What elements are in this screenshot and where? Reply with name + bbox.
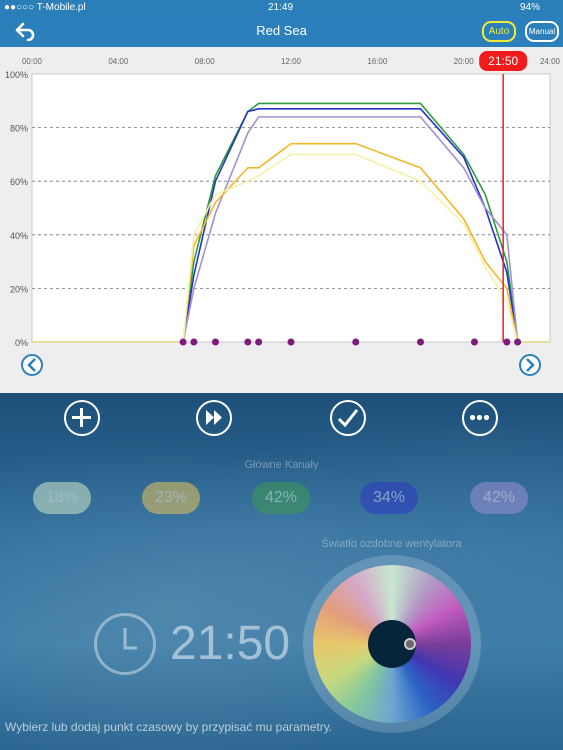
y-tick-label: 20% (10, 284, 28, 294)
x-tick-label: 04:00 (108, 57, 129, 66)
nav-bar: Red Sea Auto Manual (0, 16, 563, 47)
channel-value-4[interactable]: 34% (360, 482, 418, 514)
plus-circle-icon[interactable] (64, 400, 100, 436)
manual-mode-button[interactable]: Manual (525, 21, 559, 42)
color-selector-handle[interactable] (404, 638, 416, 650)
x-tick-label: 12:00 (281, 57, 302, 66)
time-point-dot[interactable] (179, 338, 187, 346)
battery-level: 94% (520, 2, 541, 13)
channel-value-5[interactable]: 42% (470, 482, 528, 514)
x-tick-label: 00:00 (22, 57, 43, 66)
current-time-label: 21:50 (488, 54, 518, 68)
time-point-dot[interactable] (190, 338, 198, 346)
fan-light-title: Światło ozdobne wentylatora (321, 538, 462, 550)
x-tick-label: 08:00 (195, 57, 216, 66)
scroll-right-icon[interactable] (519, 354, 541, 376)
x-tick-label: 20:00 (454, 57, 475, 66)
status-time: 21:49 (268, 2, 294, 13)
hint-text: Wybierz lub dodaj punkt czasowy by przyp… (5, 720, 333, 734)
check-circle-icon[interactable] (330, 400, 366, 436)
y-tick-label: 0% (15, 338, 28, 348)
y-tick-label: 40% (10, 231, 28, 241)
status-bar: ●●○○○ T-Mobile.pl 21:49 94% (0, 0, 563, 16)
time-point-dot[interactable] (417, 338, 424, 346)
time-point-dot[interactable] (352, 338, 360, 346)
channel-value-1[interactable]: 18% (33, 482, 91, 514)
auto-mode-button[interactable]: Auto (482, 21, 516, 42)
time-point-dot[interactable] (255, 338, 263, 346)
time-point-dot[interactable] (503, 338, 511, 346)
time-point-dot[interactable] (244, 338, 252, 346)
carrier-label: ●●○○○ T-Mobile.pl (4, 2, 86, 13)
time-point-dot[interactable] (470, 338, 478, 346)
reef-background (0, 393, 563, 750)
plot-area (31, 73, 551, 343)
channel-value-3[interactable]: 42% (252, 482, 310, 514)
scroll-left-icon-circle (21, 354, 43, 376)
page-title: Red Sea (256, 23, 307, 38)
y-tick-label: 80% (10, 124, 28, 134)
clock-icon (94, 613, 156, 675)
scroll-left-icon[interactable] (21, 354, 43, 376)
x-tick-label: 24:00 (540, 57, 561, 66)
more-circle-icon[interactable] (462, 400, 498, 436)
y-tick-label: 100% (5, 70, 28, 80)
fast-forward-circle-icon[interactable] (196, 400, 232, 436)
schedule-chart-panel: 0% 20% 40% 60% 80% 100% 00:00 04:00 08:00 12:00 16… (0, 47, 563, 393)
channel-value-2[interactable]: 23% (142, 482, 200, 514)
time-point-dot[interactable] (287, 338, 295, 346)
x-tick-label: 16:00 (367, 57, 388, 66)
light-schedule-chart[interactable]: 0% 20% 40% 60% 80% 100% 00:00 04:00 08:00 12:00 16… (0, 47, 563, 393)
current-time-display: 21:50 (170, 617, 291, 670)
main-channels-title: Główne Kanały (244, 459, 319, 471)
scroll-right-icon-circle (519, 354, 541, 376)
time-point-dot[interactable] (211, 338, 219, 346)
y-tick-label: 60% (10, 177, 28, 187)
time-point-dot[interactable] (514, 338, 522, 346)
